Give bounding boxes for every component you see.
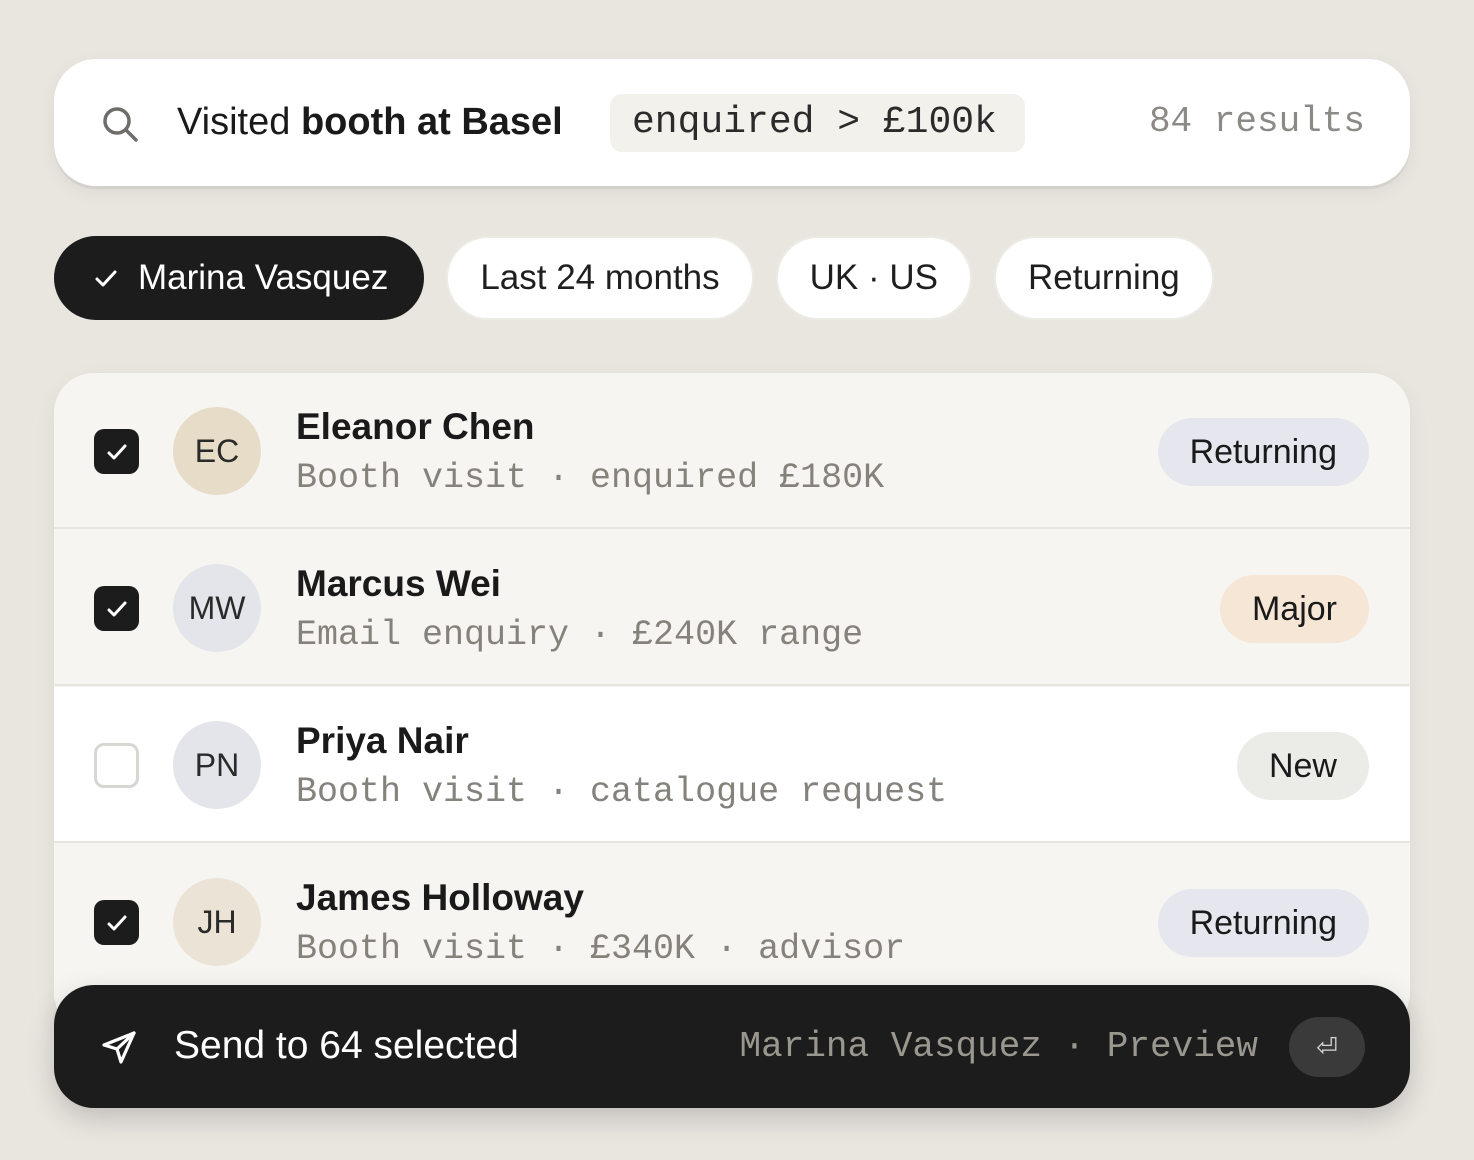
contact-name: Eleanor Chen <box>296 406 535 447</box>
row-checkbox[interactable] <box>94 429 139 474</box>
contact-detail: Booth visit · enquired £180K <box>296 458 885 498</box>
contact-list: EC Eleanor Chen Booth visit · enquired £… <box>54 373 1410 1033</box>
chip-label: UK · US <box>809 258 938 297</box>
sender-preview[interactable]: Marina Vasquez · Preview <box>740 1025 1258 1069</box>
chip-label: Returning <box>1028 258 1180 297</box>
status-badge: Returning <box>1157 418 1369 486</box>
enter-key-button[interactable]: ⏎ <box>1289 1017 1365 1077</box>
contact-name: Priya Nair <box>296 720 469 761</box>
contact-name: Marcus Wei <box>296 563 501 604</box>
search-icon <box>103 107 138 142</box>
send-action-bar[interactable]: Send to 64 selected Marina Vasquez · Pre… <box>54 985 1410 1108</box>
row-checkbox[interactable] <box>94 743 139 788</box>
status-badge: New <box>1236 732 1369 800</box>
chip-label: Last 24 months <box>480 258 720 297</box>
check-icon <box>107 601 126 616</box>
enter-icon: ⏎ <box>1316 1031 1338 1062</box>
list-item[interactable]: EC Eleanor Chen Booth visit · enquired £… <box>54 373 1410 529</box>
chip-returning[interactable]: Returning <box>994 236 1214 320</box>
check-icon <box>95 270 117 287</box>
row-checkbox[interactable] <box>94 900 139 945</box>
chip-region[interactable]: UK · US <box>775 236 972 320</box>
query-bold-text: booth at Basel <box>300 101 563 143</box>
check-icon <box>107 915 126 930</box>
results-count: 84 results <box>1148 101 1365 142</box>
list-item[interactable]: PN Priya Nair Booth visit · catalogue re… <box>54 687 1410 843</box>
avatar: PN <box>173 721 261 809</box>
filter-chips: Marina Vasquez Last 24 months UK · US Re… <box>54 236 1214 320</box>
contact-detail: Booth visit · £340K · advisor <box>296 929 906 969</box>
send-button-label[interactable]: Send to 64 selected <box>174 1023 519 1069</box>
status-badge: Major <box>1219 575 1369 643</box>
check-icon <box>107 444 126 459</box>
contact-detail: Email enquiry · £240K range <box>296 615 864 655</box>
avatar: EC <box>173 407 261 495</box>
chip-marina-vasquez[interactable]: Marina Vasquez <box>54 236 425 320</box>
search-bar[interactable]: Visited booth at Basel enquired > £100k … <box>54 59 1410 186</box>
status-badge: Returning <box>1157 889 1369 957</box>
avatar: JH <box>173 878 261 966</box>
avatar: MW <box>173 564 261 652</box>
search-query[interactable]: Visited booth at Basel <box>177 99 563 145</box>
contact-name: James Holloway <box>296 877 584 918</box>
list-item[interactable]: MW Marcus Wei Email enquiry · £240K rang… <box>54 530 1410 686</box>
contact-detail: Booth visit · catalogue request <box>296 772 948 812</box>
list-item[interactable]: JH James Holloway Booth visit · £340K · … <box>54 844 1410 1000</box>
chip-label: Marina Vasquez <box>138 258 389 297</box>
query-text: Visited <box>177 101 301 143</box>
filter-token[interactable]: enquired > £100k <box>610 94 1025 152</box>
chip-last-24-months[interactable]: Last 24 months <box>446 236 754 320</box>
row-checkbox[interactable] <box>94 586 139 631</box>
send-icon <box>102 1031 136 1064</box>
